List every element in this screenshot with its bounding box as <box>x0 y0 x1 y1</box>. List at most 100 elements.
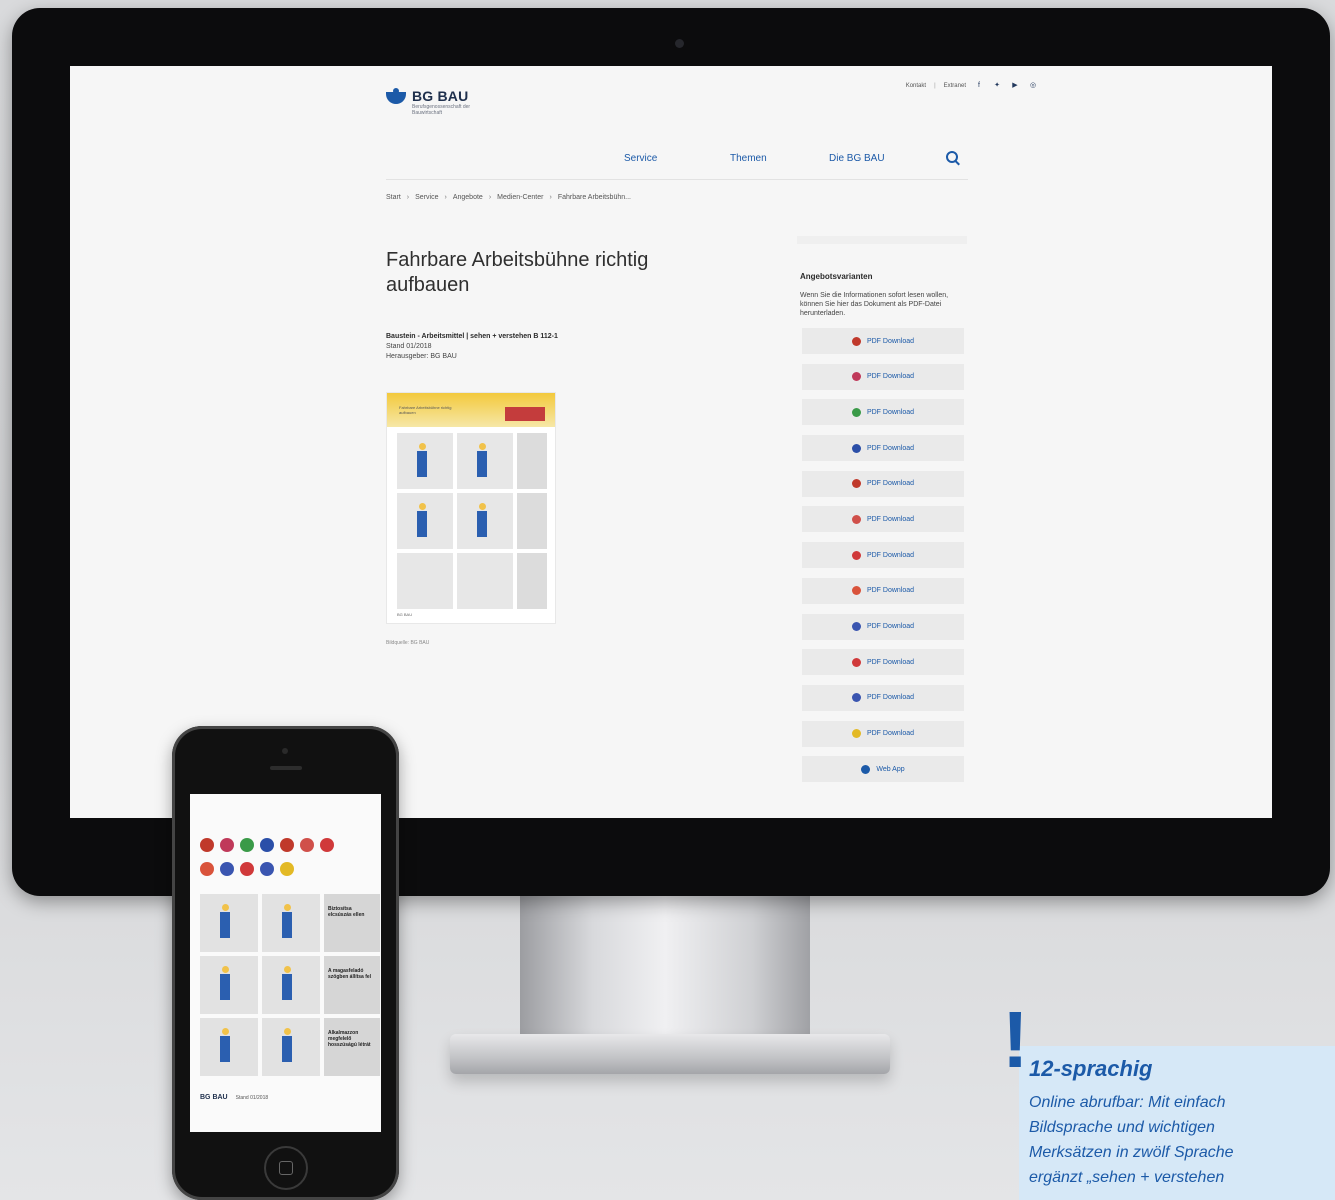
illustration-cell <box>457 553 513 609</box>
meta-link-kontakt[interactable]: Kontakt <box>906 83 926 89</box>
info-text-line: Merksätzen in zwölf Sprache <box>1029 1144 1234 1161</box>
info-text: Online abrufbar: Mit einfach Bildsprache… <box>1029 1090 1329 1190</box>
language-flag-icon[interactable] <box>280 838 294 852</box>
meta-link-extranet[interactable]: Extranet <box>944 83 966 89</box>
phone-screen: Biztosítsa elcsúszás ellen A magasfeladó… <box>190 794 381 1132</box>
language-flag-icon[interactable] <box>220 862 234 876</box>
language-flag-icon[interactable] <box>260 862 274 876</box>
document-logo <box>505 407 545 421</box>
language-flag-icon[interactable] <box>240 838 254 852</box>
pdf-download-button[interactable]: PDF Download <box>802 613 964 640</box>
pdf-download-label: PDF Download <box>866 515 915 523</box>
info-title: 12-sprachig <box>1029 1056 1153 1081</box>
illustration-cell <box>200 1018 258 1076</box>
illustration-cell <box>200 894 258 952</box>
nav-die-bg-bau[interactable]: Die BG BAU <box>829 153 885 164</box>
speaker-grille <box>270 766 302 770</box>
bg-bau-logo-icon <box>386 88 406 106</box>
nav-service[interactable]: Service <box>624 153 657 164</box>
language-flags-row-1 <box>200 838 334 852</box>
worker-figure-icon <box>417 443 427 477</box>
chevron-right-icon: › <box>406 194 410 201</box>
language-flag-icon[interactable] <box>220 838 234 852</box>
pdf-download-label: PDF Download <box>866 694 915 702</box>
language-flag-icon <box>851 407 861 417</box>
illustration-cell <box>200 956 258 1014</box>
language-flag-icon <box>851 693 861 703</box>
language-flag-icon[interactable] <box>280 862 294 876</box>
sidebar-text: Wenn Sie die Informationen sofort lesen … <box>800 292 949 317</box>
pdf-download-button[interactable]: PDF Download <box>802 470 964 497</box>
illustration-text-cell <box>517 493 547 549</box>
language-flag-icon <box>851 479 861 489</box>
pdf-download-button[interactable]: PDF Download <box>802 684 964 711</box>
language-flag-icon[interactable] <box>300 838 314 852</box>
pdf-download-label: PDF Download <box>866 337 915 345</box>
breadcrumb-current: Fahrbare Arbeitsbühn... <box>557 194 631 201</box>
webapp-label: Web App <box>876 765 905 773</box>
pdf-download-button[interactable]: PDF Download <box>802 577 964 604</box>
pdf-download-button[interactable]: PDF Download <box>802 542 964 569</box>
pdf-download-button[interactable]: PDF Download <box>802 328 964 354</box>
pdf-download-button[interactable]: PDF Download <box>802 435 964 462</box>
publication-series: Baustein - Arbeitsmittel | sehen + verst… <box>386 333 558 340</box>
sidebar-top-bar <box>797 236 967 244</box>
language-flag-icon <box>851 657 861 667</box>
worker-figure-icon <box>282 1028 292 1062</box>
language-flag-icon <box>851 729 861 739</box>
language-flag-icon[interactable] <box>240 862 254 876</box>
smartphone: Biztosítsa elcsúszás ellen A magasfeladó… <box>172 726 399 1200</box>
home-button[interactable] <box>264 1146 308 1190</box>
camera-icon <box>675 39 684 48</box>
logo-subtitle: Berufsgenossenschaft der Bauwirtschaft <box>412 104 471 116</box>
pdf-download-button[interactable]: PDF Download <box>802 363 964 390</box>
search-icon[interactable] <box>946 151 958 163</box>
worker-figure-icon <box>477 443 487 477</box>
document-illustration-grid <box>387 427 555 615</box>
document-header: Fahrbare Arbeitsbühne richtig aufbauen <box>387 393 555 427</box>
chevron-right-icon: › <box>444 194 447 201</box>
monitor-stand-base <box>450 1034 890 1074</box>
site-logo[interactable]: BG BAU Berufsgenossenschaft der Bauwirts… <box>386 88 482 116</box>
pdf-download-label: PDF Download <box>866 551 915 559</box>
breadcrumb-start[interactable]: Start <box>386 194 401 201</box>
illustration-cell <box>457 493 513 549</box>
language-flag-icon[interactable] <box>200 838 214 852</box>
language-flag-icon[interactable] <box>320 838 334 852</box>
pdf-download-button[interactable]: PDF Download <box>802 720 964 747</box>
breadcrumb-angebote[interactable]: Angebote <box>453 194 483 201</box>
youtube-icon[interactable]: ▶ <box>1010 82 1020 90</box>
webapp-button[interactable]: Web App <box>802 756 964 783</box>
language-flag-icon[interactable] <box>200 862 214 876</box>
globe-icon <box>861 764 871 774</box>
twitter-icon[interactable]: ✦ <box>992 82 1002 90</box>
pdf-download-button[interactable]: PDF Download <box>802 399 964 426</box>
worker-figure-icon <box>417 503 427 537</box>
chevron-right-icon: › <box>549 194 552 201</box>
exclamation-mark: ! <box>1002 995 1029 1084</box>
instruction-text: Biztosítsa elcsúszás ellen <box>324 894 380 952</box>
language-flag-icon <box>851 336 861 346</box>
instagram-icon[interactable]: ◎ <box>1028 82 1038 90</box>
pdf-download-button[interactable]: PDF Download <box>802 506 964 533</box>
illustration-cell <box>397 433 453 489</box>
page-title: Fahrbare Arbeitsbühne richtig aufbauen <box>386 249 649 296</box>
phone-footer: BG BAU Stand 01/2018 <box>200 1094 268 1101</box>
document-preview[interactable]: Fahrbare Arbeitsbühne richtig aufbauen B… <box>386 392 556 624</box>
language-flag-icon[interactable] <box>260 838 274 852</box>
document-footer-logo: BG BAU <box>397 612 413 617</box>
meta-navigation: Kontakt | Extranet f ✦ ▶ ◎ <box>906 82 1038 90</box>
illustration-text-cell <box>517 433 547 489</box>
nav-themen[interactable]: Themen <box>730 153 767 164</box>
pdf-download-button[interactable]: PDF Download <box>802 649 964 676</box>
browser-screen: BG BAU Berufsgenossenschaft der Bauwirts… <box>70 66 1272 818</box>
language-flag-icon <box>851 514 861 524</box>
facebook-icon[interactable]: f <box>974 82 984 90</box>
breadcrumb-medien-center[interactable]: Medien-Center <box>497 194 543 201</box>
breadcrumb-service[interactable]: Service <box>415 194 438 201</box>
sidebar-heading: Angebotsvarianten <box>800 272 873 281</box>
illustration-cell <box>457 433 513 489</box>
chevron-right-icon: › <box>488 194 492 201</box>
pdf-download-label: PDF Download <box>866 730 915 738</box>
info-text-line: Bildsprache und wichtigen <box>1029 1119 1215 1136</box>
